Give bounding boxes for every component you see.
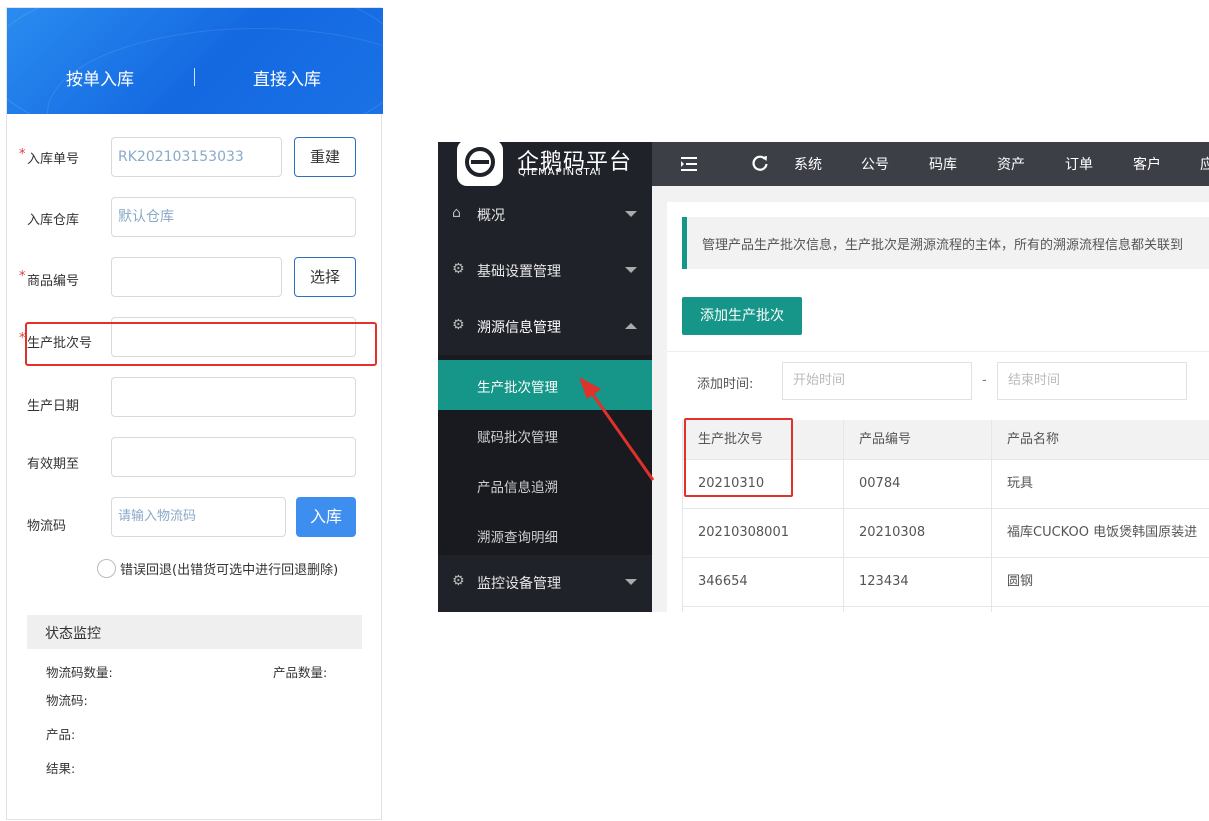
nav-more[interactable]: 应 (1200, 154, 1209, 174)
result-status: 结果: (46, 761, 76, 776)
product-count-label: 产品数量: (273, 665, 328, 680)
tab-direct-inbound[interactable]: 直接入库 (212, 65, 362, 90)
table-row[interactable]: 20210308001 20210308 福库CUCKOO 电饭煲韩国原装进 (682, 509, 1209, 558)
order-no-label-text: 入库单号 (27, 152, 80, 167)
select-button[interactable]: 选择 (294, 257, 356, 297)
column-header: 产品名称 (992, 420, 1209, 459)
expiry-input[interactable] (111, 437, 356, 477)
product-code-label-text: 商品编号 (27, 274, 80, 289)
order-no-label: * 入库单号 (19, 147, 80, 167)
warehouse-label: 入库仓库 (27, 213, 80, 228)
highlight-box (25, 322, 377, 366)
end-time-input[interactable]: 结束时间 (997, 362, 1187, 400)
logo-icon (457, 142, 503, 186)
nav-code-library[interactable]: 码库 (929, 154, 957, 174)
menu-toggle-icon[interactable] (681, 156, 699, 172)
table-cell (992, 607, 1209, 612)
product-code-input[interactable] (111, 257, 282, 297)
nav-customers[interactable]: 客户 (1133, 154, 1161, 174)
mobile-inbound-panel: 按单入库 直接入库 * 入库单号 RK202103153033 重建 入库仓库 … (6, 7, 383, 820)
menu-label: 概况 (477, 208, 505, 224)
divider (667, 351, 1209, 352)
nav-system[interactable]: 系统 (794, 154, 822, 174)
top-navbar: 系统 公号 码库 资产 订单 客户 应 (652, 142, 1209, 186)
menu-label: 监控设备管理 (477, 576, 561, 592)
table-cell: 福库CUCKOO 电饭煲韩国原装进 (992, 509, 1209, 557)
expiry-label: 有效期至 (27, 457, 80, 472)
tab-divider (194, 68, 195, 86)
table-cell (683, 607, 844, 612)
start-time-input[interactable]: 开始时间 (782, 362, 972, 400)
status-monitor-title: 状态监控 (45, 626, 101, 642)
notice-text: 管理产品生产批次信息，生产批次是溯源流程的主体，所有的溯源流程信息都关联到 (702, 238, 1184, 253)
table-cell: 圆钢 (992, 558, 1209, 606)
rebuild-button[interactable]: 重建 (294, 137, 356, 177)
table-cell: 20210308001 (683, 509, 844, 557)
rollback-label: 错误回退(出错货可选中进行回退删除) (120, 563, 339, 578)
menu-overview[interactable]: ⌂ 概况 (438, 187, 652, 243)
refresh-icon[interactable] (751, 154, 769, 172)
table-cell (844, 607, 992, 612)
menu-label: 基础设置管理 (477, 264, 561, 280)
submenu-trace-query[interactable]: 溯源查询明细 (438, 510, 652, 560)
table-cell: 20210308 (844, 509, 992, 557)
logistics-code-input[interactable]: 请输入物流码 (111, 497, 286, 537)
table-cell: 玩具 (992, 460, 1209, 508)
add-time-label: 添加时间: (697, 377, 754, 392)
inbound-button[interactable]: 入库 (296, 497, 356, 537)
logo: 企鹅码平台 QIEMAPINGTAI (438, 142, 652, 188)
column-header: 产品编号 (844, 420, 992, 459)
nav-assets[interactable]: 资产 (997, 154, 1025, 174)
nav-official-account[interactable]: 公号 (861, 154, 889, 174)
table-row[interactable] (682, 607, 1209, 612)
menu-monitor-devices[interactable]: ⚙ 监控设备管理 (438, 555, 652, 611)
logo-subtitle: QIEMAPINGTAI (518, 167, 602, 178)
admin-screenshot: 企鹅码平台 QIEMAPINGTAI ⌂ 概况 ⚙ 基础设置管理 ⚙ 溯源信息管… (438, 142, 1209, 612)
chevron-down-icon (625, 579, 637, 585)
menu-basic-settings[interactable]: ⚙ 基础设置管理 (438, 243, 652, 299)
status-monitor-header: 状态监控 (27, 615, 362, 649)
gear-icon: ⚙ (452, 317, 465, 333)
home-icon: ⌂ (452, 205, 461, 221)
submenu-label: 产品信息追溯 (477, 480, 558, 496)
logistics-count-label: 物流码数量: (46, 665, 113, 680)
table-row[interactable]: 346654 123434 圆钢 (682, 558, 1209, 607)
annotation-arrow-icon (579, 377, 655, 481)
product-status: 产品: (46, 727, 76, 742)
nav-orders[interactable]: 订单 (1065, 154, 1093, 174)
menu-trace-info[interactable]: ⚙ 溯源信息管理 (438, 299, 652, 355)
submenu-label: 溯源查询明细 (477, 530, 558, 546)
gear-icon: ⚙ (452, 261, 465, 277)
chevron-down-icon (625, 211, 637, 217)
production-date-input[interactable] (111, 377, 356, 417)
required-mark: * (19, 147, 26, 162)
table-cell: 123434 (844, 558, 992, 606)
mobile-header: 按单入库 直接入库 (7, 8, 383, 114)
chevron-up-icon (625, 323, 637, 329)
submenu-label: 赋码批次管理 (477, 430, 558, 446)
add-batch-button[interactable]: 添加生产批次 (682, 297, 802, 335)
submenu-label: 生产批次管理 (477, 380, 558, 396)
menu-label: 溯源信息管理 (477, 320, 561, 336)
order-no-input[interactable]: RK202103153033 (111, 137, 282, 177)
table-cell: 00784 (844, 460, 992, 508)
rollback-radio[interactable] (97, 559, 116, 578)
table-cell: 346654 (683, 558, 844, 606)
chevron-down-icon (625, 267, 637, 273)
production-date-label: 生产日期 (27, 399, 80, 414)
warehouse-input[interactable]: 默认仓库 (111, 197, 356, 237)
product-code-label: * 商品编号 (19, 269, 80, 289)
highlight-box (684, 418, 793, 497)
required-mark: * (19, 269, 26, 284)
main-content: 管理产品生产批次信息，生产批次是溯源流程的主体，所有的溯源流程信息都关联到 添加… (667, 202, 1209, 612)
tab-order-inbound[interactable]: 按单入库 (25, 65, 175, 90)
info-notice: 管理产品生产批次信息，生产批次是溯源流程的主体，所有的溯源流程信息都关联到 (682, 217, 1209, 269)
logistics-code-label: 物流码 (27, 519, 67, 534)
date-separator: - (982, 373, 987, 388)
logistics-code-status: 物流码: (46, 693, 88, 708)
gear-icon: ⚙ (452, 573, 465, 589)
